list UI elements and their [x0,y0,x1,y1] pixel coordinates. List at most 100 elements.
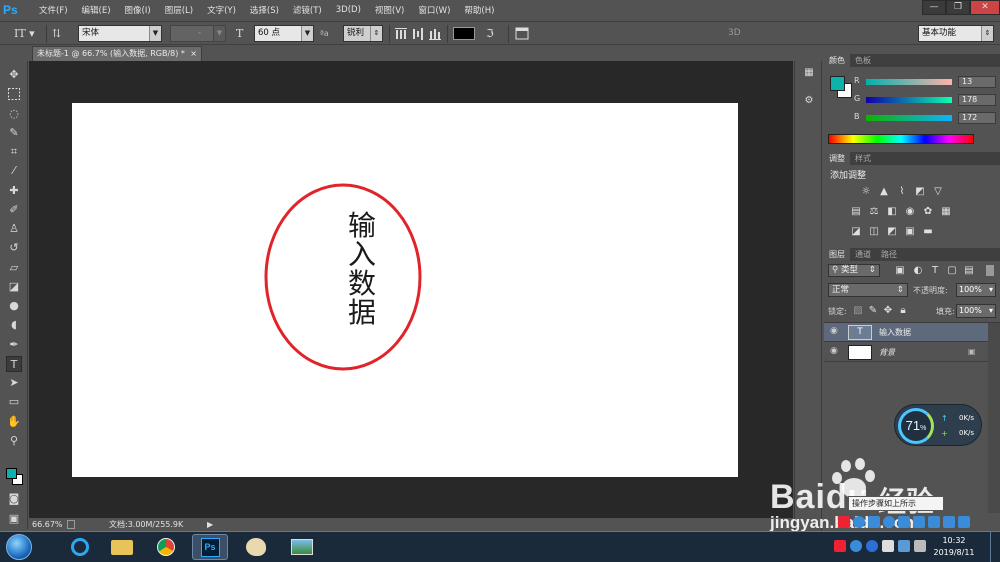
tab-swatches[interactable]: 色板 [850,54,876,67]
filter-toggle[interactable] [986,265,994,276]
tab-paths[interactable]: 路径 [876,248,902,261]
green-slider[interactable]: G 178 [854,94,1000,108]
align-top-icon[interactable] [394,25,408,42]
close-tab-icon[interactable]: × [190,47,197,61]
sogou-icon[interactable] [838,516,850,528]
levels-icon[interactable]: ▲ [878,186,890,198]
crop-tool-icon[interactable]: ⌗ [6,144,22,160]
color-balance-icon[interactable]: ⚖ [868,206,880,218]
text-color-swatch[interactable] [453,27,475,40]
photo-viewer-taskbar-button[interactable] [284,534,320,560]
healing-brush-tool-icon[interactable]: ✚ [6,183,22,199]
tray-icon[interactable] [883,516,895,528]
start-button[interactable] [6,534,32,560]
qq-tray-icon[interactable] [866,540,878,552]
tab-channels[interactable]: 通道 [850,248,876,261]
workspace-select[interactable]: 基本功能 ⇕ [918,25,994,42]
show-desktop-button[interactable] [990,532,1000,562]
eyedropper-tool-icon[interactable]: ⁄ [6,163,22,179]
type-tool-icon[interactable]: T [6,356,22,372]
channel-mixer-icon[interactable]: ✿ [922,206,934,218]
foreground-background-swatch[interactable] [6,466,23,490]
text-tool-preset-icon[interactable]: IT ▾ [14,25,44,42]
tray-icon[interactable] [958,516,970,528]
chrome-taskbar-button[interactable] [148,534,184,560]
blend-mode-select[interactable]: 正常 ⇕ [828,283,908,297]
quick-mask-icon[interactable]: ◙ [6,491,22,507]
vertical-text-layer[interactable]: 输 入 数 据 [347,211,377,327]
eye-icon[interactable]: ◉ [830,346,838,356]
tab-layers[interactable]: 图层 [824,248,850,261]
paint-taskbar-button[interactable] [238,534,274,560]
document-canvas[interactable]: 输 入 数 据 [72,103,738,477]
posterize-icon[interactable]: ◫ [868,226,880,238]
color-lookup-icon[interactable]: ▦ [940,206,952,218]
tab-adjustments[interactable]: 调整 [824,152,850,165]
menu-view[interactable]: 视图(V) [375,4,404,16]
filter-pixel-icon[interactable]: ▣ [894,265,906,277]
photo-filter-icon[interactable]: ◉ [904,206,916,218]
filter-smart-icon[interactable]: ▤ [963,265,975,277]
status-arrow-icon[interactable]: ▶ [207,519,213,531]
curves-icon[interactable]: ⌇ [896,186,908,198]
tray-icon[interactable] [898,516,910,528]
photoshop-taskbar-button[interactable]: Ps [192,534,228,560]
lock-all-icon[interactable]: 🔒︎ [897,305,909,317]
tray-icon[interactable] [943,516,955,528]
green-value[interactable]: 178 [958,94,996,106]
screen-mode-icon[interactable]: ▣ [6,511,22,527]
red-slider[interactable]: R 13 [854,76,1000,90]
lock-position-icon[interactable]: ✥ [882,305,894,317]
security-tray-icon[interactable] [882,540,894,552]
layer-filter-select[interactable]: ⚲ 类型 ⇕ [828,264,880,277]
blur-tool-icon[interactable]: ● [6,298,22,314]
lock-transparent-icon[interactable]: ▨ [852,305,864,317]
vibrance-icon[interactable]: ▽ [932,186,944,198]
restore-button[interactable]: ❐ [946,0,970,15]
network-tray-icon[interactable] [898,540,910,552]
layer-name[interactable]: 背景 [879,347,895,358]
menu-file[interactable]: 文件(F) [39,4,68,16]
invert-icon[interactable]: ◪ [850,226,862,238]
path-selection-tool-icon[interactable]: ➤ [6,375,22,391]
warp-text-icon[interactable]: ℑ [486,25,500,42]
system-clock[interactable]: 10:32 2019/8/11 [926,535,982,559]
filter-type-icon[interactable]: T [929,265,941,277]
red-gradient[interactable] [866,79,952,85]
antialias-select[interactable]: 锐利 ⇕ [343,25,383,42]
zoom-level[interactable]: 66.67% [32,519,63,531]
tray-icon[interactable] [868,516,880,528]
menu-help[interactable]: 帮助(H) [464,4,494,16]
align-bottom-icon[interactable] [428,25,442,42]
lock-image-icon[interactable]: ✎ [867,305,879,317]
close-button[interactable]: ✕ [970,0,1000,15]
menu-3d[interactable]: 3D(D) [336,5,361,15]
hand-tool-icon[interactable]: ✋ [6,414,22,430]
help-tray-icon[interactable] [850,540,862,552]
filter-adjustment-icon[interactable]: ◐ [912,265,924,277]
quick-selection-tool-icon[interactable]: ✎ [6,125,22,141]
font-size-select[interactable]: 60 点 ▼ [254,25,314,42]
text-orientation-icon[interactable]: ⇅ [52,25,68,42]
fill-field[interactable]: 100% ▾ [956,304,996,318]
brightness-icon[interactable]: ☼ [860,186,872,198]
gradient-map-icon[interactable]: ▬ [922,226,934,238]
layer-name[interactable]: 输入数据 [879,327,911,338]
threshold-icon[interactable]: ◩ [886,226,898,238]
volume-icon[interactable] [914,540,926,552]
ime-icon[interactable] [834,540,846,552]
menu-layer[interactable]: 图层(L) [165,4,193,16]
history-brush-tool-icon[interactable]: ↺ [6,240,22,256]
tray-icon[interactable] [853,516,865,528]
opacity-field[interactable]: 100% ▾ [956,283,996,297]
dodge-tool-icon[interactable]: ◖ [6,317,22,333]
rectangle-tool-icon[interactable]: ▭ [6,394,22,410]
hue-saturation-icon[interactable]: ▤ [850,206,862,218]
tab-styles[interactable]: 样式 [850,152,876,165]
selective-color-icon[interactable]: ▣ [904,226,916,238]
properties-panel-icon[interactable]: ⚙ [801,93,817,109]
eye-icon[interactable]: ◉ [830,326,838,336]
tab-color[interactable]: 颜色 [824,54,850,67]
status-menu-icon[interactable] [67,520,75,529]
layer-row[interactable]: ◉ T 输入数据 [824,323,988,342]
